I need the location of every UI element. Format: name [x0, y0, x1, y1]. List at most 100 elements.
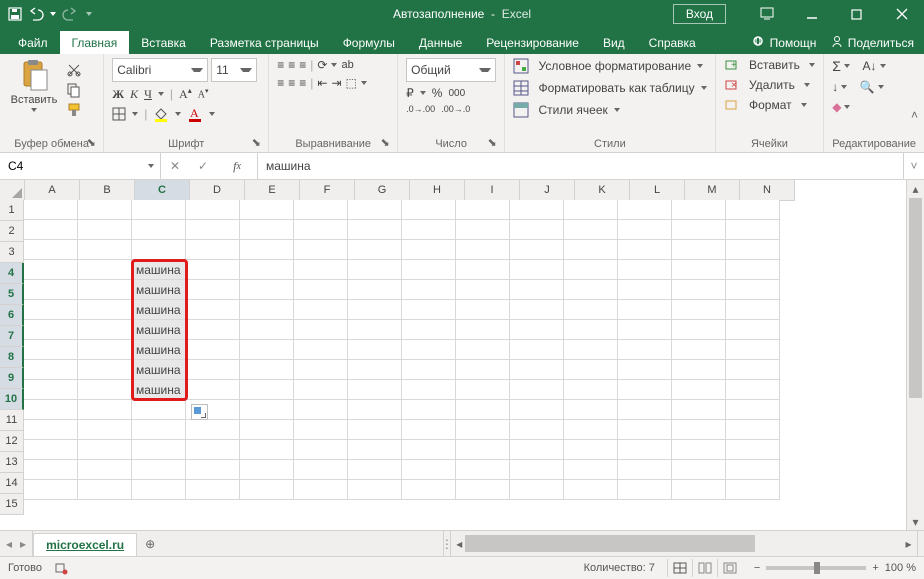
undo-dropdown-icon[interactable]: [50, 12, 56, 16]
cell[interactable]: [672, 260, 726, 280]
cell[interactable]: [186, 220, 240, 240]
cell[interactable]: [240, 260, 294, 280]
cell[interactable]: [294, 320, 348, 340]
sheet-nav-next-icon[interactable]: ▸: [20, 537, 26, 551]
cell[interactable]: [186, 460, 240, 480]
find-icon[interactable]: 🔍: [860, 80, 875, 94]
align-middle-icon[interactable]: ≡: [288, 58, 295, 72]
cell[interactable]: [726, 420, 780, 440]
cell[interactable]: [24, 400, 78, 420]
cell[interactable]: [618, 360, 672, 380]
cell[interactable]: [564, 440, 618, 460]
cell[interactable]: [240, 360, 294, 380]
tab-view[interactable]: Вид: [591, 31, 637, 54]
cell[interactable]: [456, 300, 510, 320]
cell[interactable]: [564, 220, 618, 240]
vertical-scrollbar[interactable]: ▴ ▾: [906, 180, 924, 530]
close-icon[interactable]: [879, 0, 924, 28]
cell[interactable]: [294, 220, 348, 240]
cell[interactable]: [564, 280, 618, 300]
row-header[interactable]: 6: [0, 305, 24, 326]
cell[interactable]: [78, 400, 132, 420]
cell[interactable]: [672, 400, 726, 420]
cell[interactable]: [618, 440, 672, 460]
cell[interactable]: [510, 260, 564, 280]
cell[interactable]: [456, 280, 510, 300]
cell[interactable]: [456, 220, 510, 240]
cell[interactable]: [240, 340, 294, 360]
cell[interactable]: [132, 480, 186, 500]
cell[interactable]: [24, 240, 78, 260]
minimize-icon[interactable]: [789, 0, 834, 28]
cell[interactable]: [348, 260, 402, 280]
cell[interactable]: [456, 440, 510, 460]
cell[interactable]: [564, 360, 618, 380]
cell[interactable]: [510, 460, 564, 480]
cell[interactable]: [672, 300, 726, 320]
row-header[interactable]: 4: [0, 263, 24, 284]
cell[interactable]: [618, 280, 672, 300]
clear-icon[interactable]: ◆: [832, 100, 841, 114]
cell[interactable]: [456, 420, 510, 440]
cell[interactable]: [618, 300, 672, 320]
maximize-icon[interactable]: [834, 0, 879, 28]
currency-icon[interactable]: ₽: [406, 86, 414, 100]
cell[interactable]: [348, 300, 402, 320]
increase-indent-icon[interactable]: ⇥: [331, 76, 341, 90]
cell[interactable]: [564, 240, 618, 260]
cell[interactable]: [24, 480, 78, 500]
cell[interactable]: [78, 380, 132, 400]
cell[interactable]: [564, 460, 618, 480]
cell[interactable]: [726, 260, 780, 280]
font-color-icon[interactable]: A: [187, 106, 203, 122]
scroll-thumb[interactable]: [465, 535, 755, 552]
dialog-launcher-icon[interactable]: ⬊: [250, 136, 262, 148]
sheet-tab[interactable]: microexcel.ru: [33, 533, 137, 556]
row-header[interactable]: 8: [0, 347, 24, 368]
cell[interactable]: [402, 380, 456, 400]
cell[interactable]: машина: [132, 340, 186, 360]
tab-file[interactable]: Файл: [6, 31, 60, 54]
row-header[interactable]: 11: [0, 410, 24, 431]
cell[interactable]: [348, 400, 402, 420]
decrease-indent-icon[interactable]: ⇤: [317, 76, 327, 90]
cell[interactable]: [726, 440, 780, 460]
cell[interactable]: [402, 220, 456, 240]
share-button[interactable]: Поделиться: [830, 35, 914, 50]
cell[interactable]: [294, 380, 348, 400]
number-format-select[interactable]: Общий: [406, 58, 496, 82]
decrease-font-icon[interactable]: A▾: [198, 87, 209, 100]
cell[interactable]: [402, 300, 456, 320]
cell[interactable]: [294, 240, 348, 260]
cell[interactable]: [186, 200, 240, 220]
cut-icon[interactable]: [66, 62, 82, 78]
cell[interactable]: [456, 480, 510, 500]
zoom-in-icon[interactable]: +: [872, 562, 878, 574]
cell[interactable]: [186, 240, 240, 260]
cell[interactable]: [132, 240, 186, 260]
enter-formula-icon[interactable]: ✓: [189, 159, 217, 173]
cell[interactable]: [132, 400, 186, 420]
align-center-icon[interactable]: ≡: [288, 76, 295, 90]
cell[interactable]: [510, 200, 564, 220]
tab-formulas[interactable]: Формулы: [331, 31, 407, 54]
row-header[interactable]: 13: [0, 452, 24, 473]
cell[interactable]: [564, 400, 618, 420]
zoom-out-icon[interactable]: −: [754, 562, 760, 574]
cell[interactable]: [510, 380, 564, 400]
format-as-table-button[interactable]: Форматировать как таблицу: [513, 80, 707, 96]
sort-filter-icon[interactable]: A↓: [863, 59, 877, 73]
name-box-dropdown-icon[interactable]: [148, 164, 154, 168]
column-header[interactable]: K: [575, 180, 630, 201]
cell[interactable]: [618, 200, 672, 220]
cell[interactable]: [402, 240, 456, 260]
tab-help[interactable]: Справка: [637, 31, 708, 54]
cell[interactable]: [726, 380, 780, 400]
view-normal-icon[interactable]: [667, 559, 692, 577]
cell[interactable]: [456, 320, 510, 340]
cell[interactable]: [240, 380, 294, 400]
scroll-thumb[interactable]: [909, 198, 922, 398]
cell[interactable]: [618, 340, 672, 360]
dialog-launcher-icon[interactable]: ⬊: [85, 136, 97, 148]
cell[interactable]: [348, 460, 402, 480]
